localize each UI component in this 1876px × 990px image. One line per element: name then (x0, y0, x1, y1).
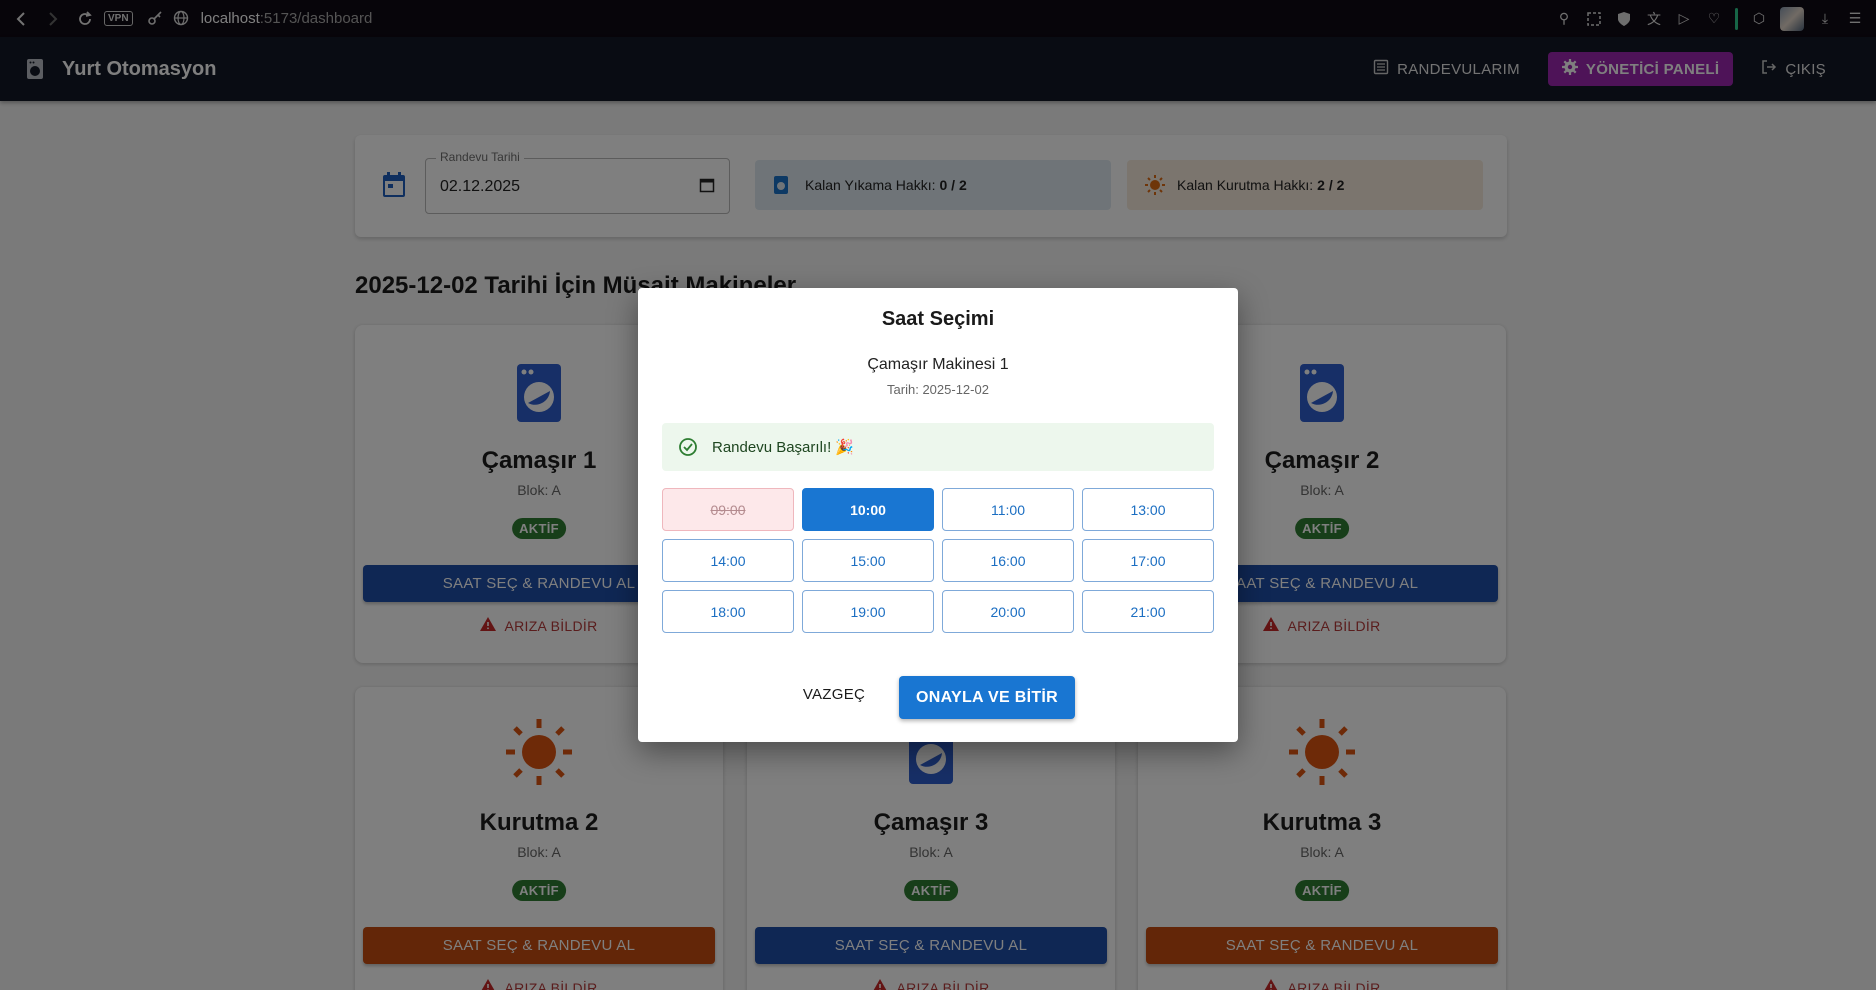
time-slot-button[interactable]: 14:00 (662, 539, 794, 582)
time-slot-button[interactable]: 10:00 (802, 488, 934, 531)
time-slot-grid: 09:00 10:00 11:00 13:00 14:00 15:00 16:00 17:00… (662, 488, 1215, 633)
dialog-machine-name: Çamaşır Makinesi 1 (867, 356, 1009, 373)
time-slot-button[interactable]: 15:00 (802, 539, 934, 582)
confirm-button[interactable]: ONAYLA VE BİTİR (899, 676, 1075, 719)
time-slot-button[interactable]: 19:00 (802, 590, 934, 633)
time-slot-button[interactable]: 21:00 (1082, 590, 1214, 633)
success-alert-text: Randevu Başarılı! 🎉 (712, 439, 855, 456)
check-circle-icon (678, 437, 698, 457)
time-slot-button[interactable]: 13:00 (1082, 488, 1214, 531)
time-slot-button: 09:00 (662, 488, 794, 531)
time-slot-button[interactable]: 16:00 (942, 539, 1074, 582)
time-slot-button[interactable]: 20:00 (942, 590, 1074, 633)
dialog-date: Tarih: 2025-12-02 (887, 382, 989, 397)
success-alert: Randevu Başarılı! 🎉 (662, 423, 1214, 471)
dialog-title: Saat Seçimi (881, 308, 995, 330)
time-slot-button[interactable]: 11:00 (942, 488, 1074, 531)
cancel-button[interactable]: VAZGEÇ (794, 674, 874, 714)
time-slot-button[interactable]: 17:00 (1082, 539, 1214, 582)
time-slot-button[interactable]: 18:00 (662, 590, 794, 633)
time-selection-dialog: Saat Seçimi Çamaşır Makinesi 1 Tarih: 20… (638, 288, 1238, 742)
